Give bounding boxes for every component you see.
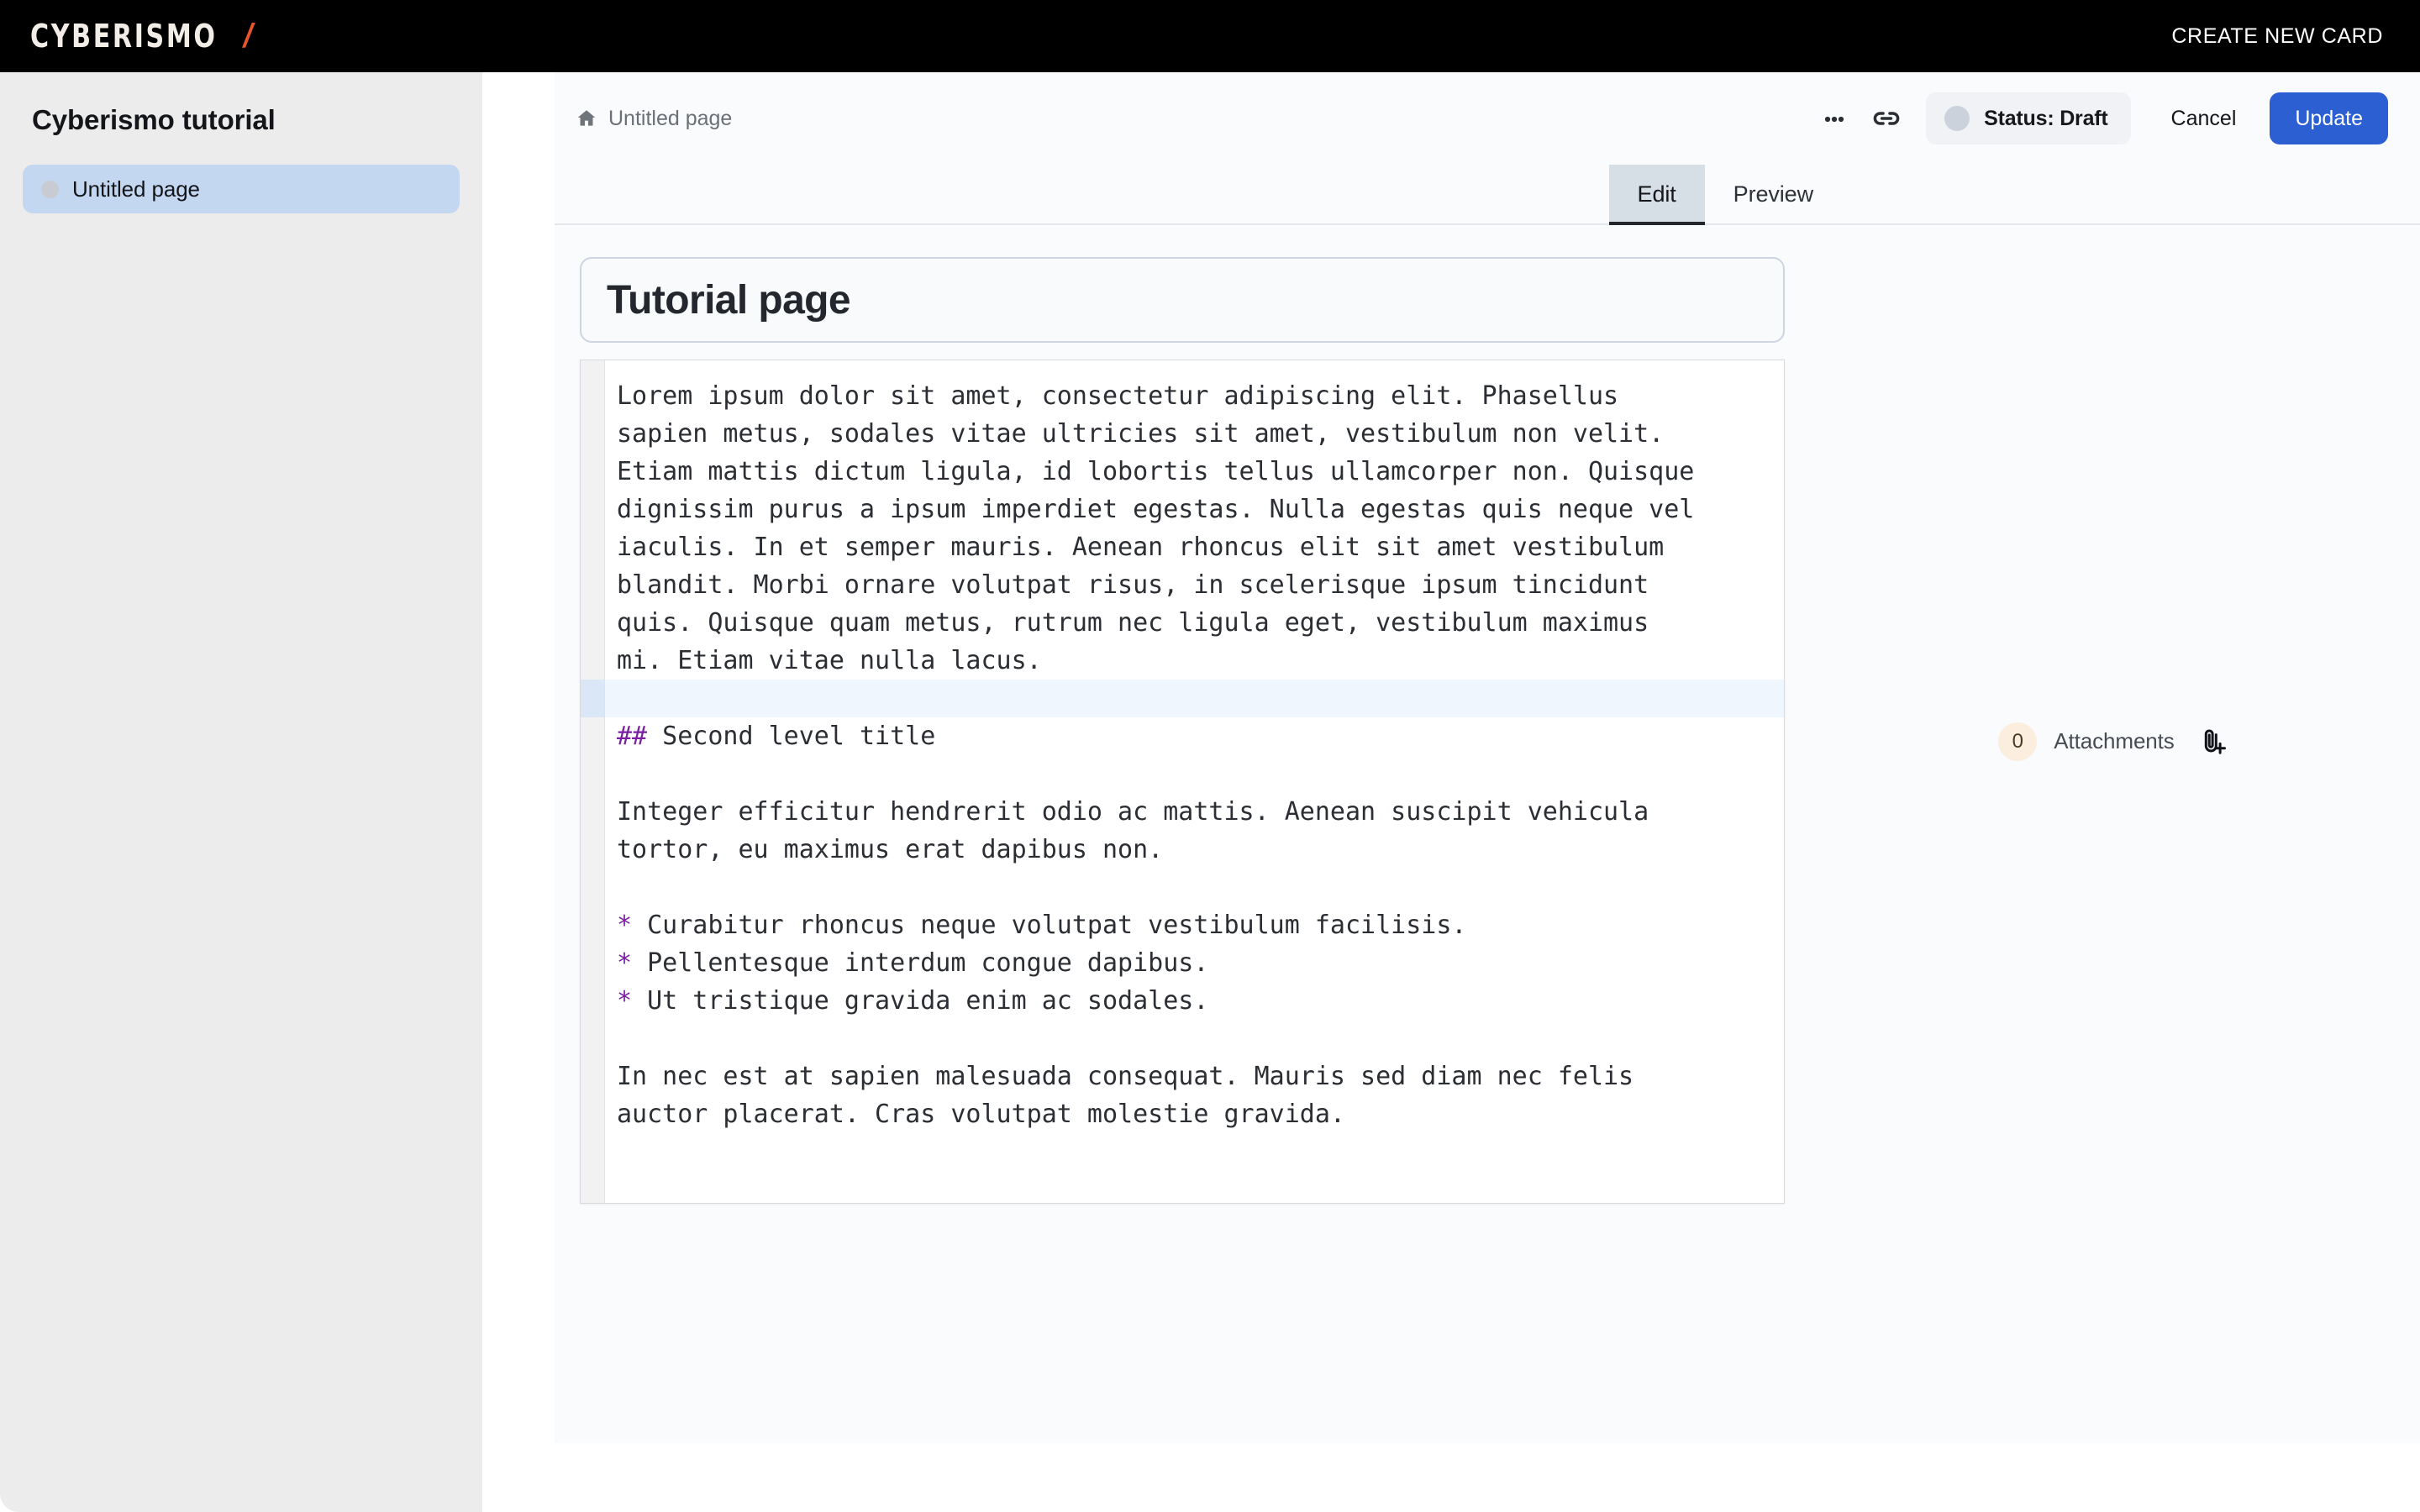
editor-gutter-line xyxy=(581,793,604,831)
editor-line: iaculis. In et semper mauris. Aenean rho… xyxy=(617,528,1764,566)
card-toolbar-actions: Status: Draft Cancel Update xyxy=(1808,92,2388,144)
cancel-button[interactable]: Cancel xyxy=(2146,92,2262,144)
logo-wordmark: CYBERISMO xyxy=(30,20,218,52)
create-new-card-button[interactable]: CREATE NEW CARD xyxy=(2171,24,2383,49)
editor-line xyxy=(617,1020,1764,1058)
editor-line xyxy=(617,869,1764,906)
editor-line: tortor, eu maximus erat dapibus non. xyxy=(617,831,1764,869)
card-side-column: 0 Attachments xyxy=(1810,225,2420,1204)
app-logo[interactable]: CYBERISMO / xyxy=(30,19,253,53)
editor-gutter-line xyxy=(581,831,604,869)
editor-line: auctor placerat. Cras volutpat molestie … xyxy=(617,1095,1764,1133)
editor-text-area[interactable]: Lorem ipsum dolor sit amet, consectetur … xyxy=(605,360,1784,1203)
card-title-input[interactable]: Tutorial page xyxy=(580,257,1785,343)
card-toolbar: Untitled page Status: Draft Cancel xyxy=(555,72,2420,165)
editor-column: Tutorial page Lorem ipsum dolor sit amet… xyxy=(555,225,1810,1204)
markdown-token: * xyxy=(617,986,632,1016)
markdown-token: ## xyxy=(617,722,647,751)
editor-line: quis. Quisque quam metus, rutrum nec lig… xyxy=(617,604,1764,642)
editor-gutter xyxy=(581,360,605,1203)
editor-gutter-line xyxy=(581,944,604,982)
editor-line: * Curabitur rhoncus neque volutpat vesti… xyxy=(617,906,1764,944)
editor-gutter-line xyxy=(581,1058,604,1095)
editor-gutter-line xyxy=(581,755,604,793)
sidebar: Cyberismo tutorial Untitled page xyxy=(0,72,482,1512)
page-status-dot-icon xyxy=(41,181,59,198)
tab-preview[interactable]: Preview xyxy=(1705,165,1842,223)
editor-tabs: Edit Preview xyxy=(555,165,2420,225)
status-badge[interactable]: Status: Draft xyxy=(1926,92,2130,144)
sidebar-item-untitled-page[interactable]: Untitled page xyxy=(23,165,460,213)
sidebar-page-list: Untitled page xyxy=(0,165,482,213)
markdown-editor[interactable]: Lorem ipsum dolor sit amet, consectetur … xyxy=(580,360,1785,1204)
editor-gutter-line xyxy=(581,528,604,566)
attachments-section: 0 Attachments xyxy=(1998,279,2231,1204)
editor-gutter-line xyxy=(581,717,604,755)
editor-gutter-line xyxy=(581,906,604,944)
editor-gutter-line xyxy=(581,453,604,491)
tab-edit[interactable]: Edit xyxy=(1609,165,1705,223)
editor-gutter-line xyxy=(581,377,604,415)
editor-line xyxy=(605,680,1784,717)
card-content-panel: Untitled page Status: Draft Cancel xyxy=(555,72,2420,1443)
editor-line xyxy=(617,755,1764,793)
editor-gutter-line xyxy=(581,604,604,642)
breadcrumb-label: Untitled page xyxy=(608,107,732,131)
editor-line: mi. Etiam vitae nulla lacus. xyxy=(617,642,1764,680)
editor-line: sapien metus, sodales vitae ultricies si… xyxy=(617,415,1764,453)
card-body: Tutorial page Lorem ipsum dolor sit amet… xyxy=(555,225,2420,1204)
logo-exclamation-icon: / xyxy=(240,19,256,53)
editor-line: Etiam mattis dictum ligula, id lobortis … xyxy=(617,453,1764,491)
editor-line: ## Second level title xyxy=(617,717,1764,755)
attachments-label: Attachments xyxy=(2054,728,2174,754)
breadcrumb[interactable]: Untitled page xyxy=(576,107,732,131)
editor-gutter-line xyxy=(581,566,604,604)
link-icon[interactable] xyxy=(1860,92,1912,144)
editor-gutter-line xyxy=(581,1020,604,1058)
card-title-value: Tutorial page xyxy=(607,277,850,323)
editor-line: * Ut tristique gravida enim ac sodales. xyxy=(617,982,1764,1020)
update-button[interactable]: Update xyxy=(2270,92,2388,144)
editor-line: In nec est at sapien malesuada consequat… xyxy=(617,1058,1764,1095)
markdown-token: * xyxy=(617,948,632,978)
editor-gutter-line xyxy=(581,415,604,453)
editor-line: * Pellentesque interdum congue dapibus. xyxy=(617,944,1764,982)
editor-gutter-line xyxy=(581,680,604,717)
status-label: Status: Draft xyxy=(1984,107,2107,131)
editor-gutter-line xyxy=(581,491,604,528)
paperclip-add-icon[interactable] xyxy=(2195,723,2232,760)
editor-gutter-line xyxy=(581,642,604,680)
editor-line: dignissim purus a ipsum imperdiet egesta… xyxy=(617,491,1764,528)
window-corner-mask xyxy=(2391,1483,2420,1512)
home-icon xyxy=(576,108,597,129)
sidebar-project-title: Cyberismo tutorial xyxy=(0,72,482,136)
markdown-token: * xyxy=(617,911,632,940)
editor-line: Lorem ipsum dolor sit amet, consectetur … xyxy=(617,377,1764,415)
top-app-bar: CYBERISMO / CREATE NEW CARD xyxy=(0,0,2420,72)
editor-line: blandit. Morbi ornare volutpat risus, in… xyxy=(617,566,1764,604)
editor-gutter-line xyxy=(581,982,604,1020)
editor-gutter-line xyxy=(581,1095,604,1133)
editor-line: Integer efficitur hendrerit odio ac matt… xyxy=(617,793,1764,831)
attachments-count-badge: 0 xyxy=(1998,722,2037,761)
ellipsis-icon[interactable] xyxy=(1808,92,1860,144)
status-dot-icon xyxy=(1944,106,1970,131)
sidebar-item-label: Untitled page xyxy=(72,176,200,202)
editor-gutter-line xyxy=(581,869,604,906)
